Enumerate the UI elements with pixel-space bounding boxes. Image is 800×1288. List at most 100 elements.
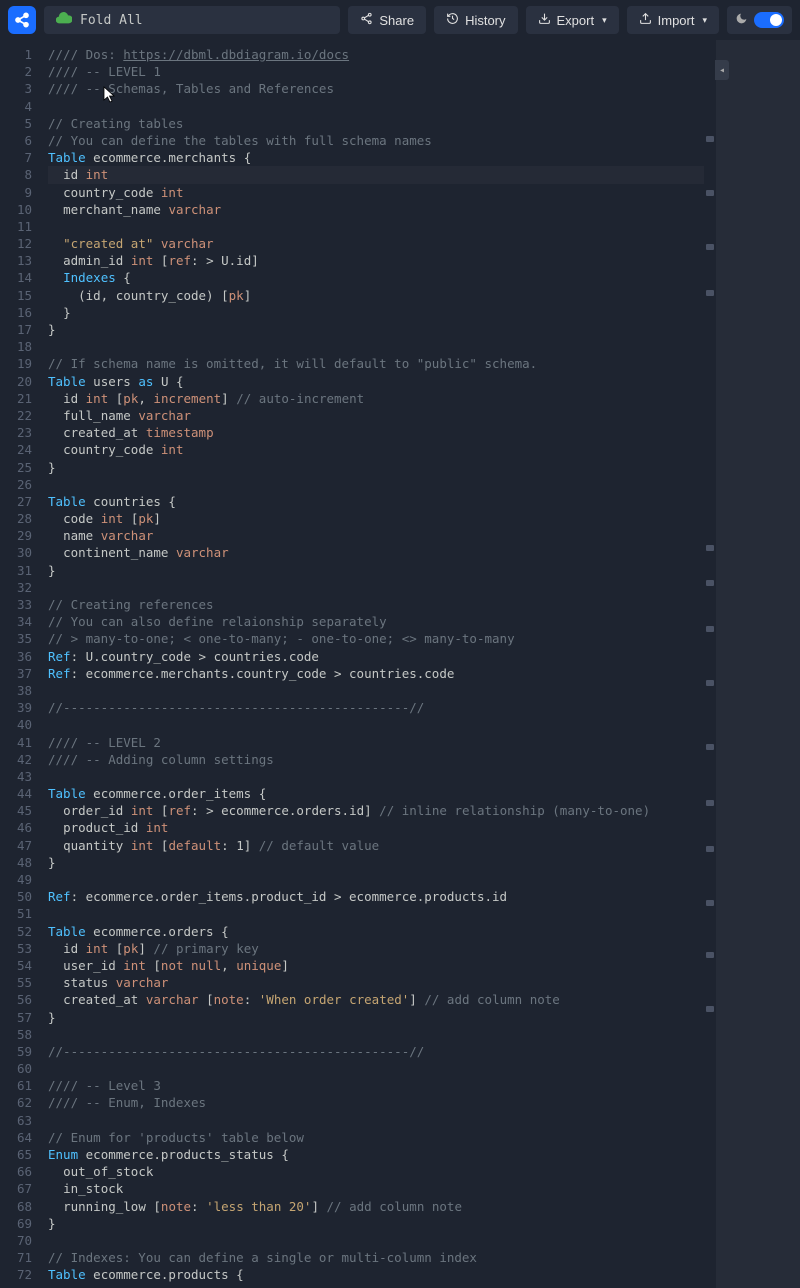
code-line[interactable]: merchant_name varchar bbox=[48, 201, 704, 218]
code-line[interactable]: } bbox=[48, 562, 704, 579]
line-number: 35 bbox=[0, 630, 48, 647]
line-number: 71 bbox=[0, 1249, 48, 1266]
line-number: 26 bbox=[0, 476, 48, 493]
code-line[interactable]: continent_name varchar bbox=[48, 544, 704, 561]
import-button[interactable]: Import ▾ bbox=[627, 6, 719, 34]
code-line[interactable]: Enum ecommerce.products_status { bbox=[48, 1146, 704, 1163]
code-line[interactable] bbox=[48, 905, 704, 922]
code-content[interactable]: //// Dos: https://dbml.dbdiagram.io/docs… bbox=[48, 40, 704, 1288]
code-line[interactable] bbox=[48, 768, 704, 785]
minimap-mark bbox=[706, 190, 714, 196]
line-number: 64 bbox=[0, 1129, 48, 1146]
code-line[interactable]: } bbox=[48, 459, 704, 476]
code-editor[interactable]: 1234567891011121314151617181920212223242… bbox=[0, 40, 716, 1288]
line-number: 30 bbox=[0, 544, 48, 561]
code-line[interactable] bbox=[48, 579, 704, 596]
code-line[interactable] bbox=[48, 716, 704, 733]
code-line[interactable]: } bbox=[48, 304, 704, 321]
code-line[interactable] bbox=[48, 682, 704, 699]
code-line[interactable]: code int [pk] bbox=[48, 510, 704, 527]
code-line[interactable]: } bbox=[48, 321, 704, 338]
code-line[interactable]: //// -- LEVEL 2 bbox=[48, 734, 704, 751]
code-line[interactable]: created_at timestamp bbox=[48, 424, 704, 441]
code-line[interactable]: Table ecommerce.merchants { bbox=[48, 149, 704, 166]
panel-collapse-button[interactable]: ◂ bbox=[715, 60, 729, 80]
minimap-mark bbox=[706, 626, 714, 632]
code-line[interactable] bbox=[48, 1060, 704, 1077]
code-line[interactable]: Table ecommerce.order_items { bbox=[48, 785, 704, 802]
dark-mode-switch[interactable] bbox=[754, 12, 784, 28]
code-line[interactable]: // > many-to-one; < one-to-many; - one-t… bbox=[48, 630, 704, 647]
code-line[interactable] bbox=[48, 1112, 704, 1129]
minimap-mark bbox=[706, 136, 714, 142]
code-line[interactable]: // Creating references bbox=[48, 596, 704, 613]
code-line[interactable]: Table ecommerce.orders { bbox=[48, 923, 704, 940]
line-number: 3 bbox=[0, 80, 48, 97]
line-number: 23 bbox=[0, 424, 48, 441]
minimap-mark bbox=[706, 900, 714, 906]
code-line[interactable] bbox=[48, 1232, 704, 1249]
code-line[interactable]: id int [pk] // primary key bbox=[48, 940, 704, 957]
code-line[interactable]: order_id int [ref: > ecommerce.orders.id… bbox=[48, 802, 704, 819]
code-line[interactable]: running_low [note: 'less than 20'] // ad… bbox=[48, 1198, 704, 1215]
code-line[interactable] bbox=[48, 476, 704, 493]
code-line[interactable]: // You can also define relaionship separ… bbox=[48, 613, 704, 630]
app-logo[interactable] bbox=[8, 6, 36, 34]
code-line[interactable]: (id, country_code) [pk] bbox=[48, 287, 704, 304]
code-line[interactable] bbox=[48, 871, 704, 888]
code-line[interactable]: full_name varchar bbox=[48, 407, 704, 424]
history-button[interactable]: History bbox=[434, 6, 517, 34]
code-line[interactable]: // If schema name is omitted, it will de… bbox=[48, 355, 704, 372]
code-line[interactable]: created_at varchar [note: 'When order cr… bbox=[48, 991, 704, 1008]
code-line[interactable]: //// Dos: https://dbml.dbdiagram.io/docs bbox=[48, 46, 704, 63]
code-line[interactable] bbox=[48, 338, 704, 355]
export-button[interactable]: Export ▾ bbox=[526, 6, 619, 34]
code-line[interactable]: //// -- LEVEL 1 bbox=[48, 63, 704, 80]
code-line[interactable]: // Creating tables bbox=[48, 115, 704, 132]
code-line[interactable] bbox=[48, 218, 704, 235]
code-line[interactable]: // Indexes: You can define a single or m… bbox=[48, 1249, 704, 1266]
line-number: 43 bbox=[0, 768, 48, 785]
diagram-panel[interactable]: ◂ bbox=[716, 40, 800, 1288]
code-line[interactable]: Ref: ecommerce.order_items.product_id > … bbox=[48, 888, 704, 905]
code-line[interactable]: Ref: U.country_code > countries.code bbox=[48, 648, 704, 665]
save-button[interactable]: Fold All bbox=[44, 6, 340, 34]
minimap-mark bbox=[706, 846, 714, 852]
code-line[interactable]: out_of_stock bbox=[48, 1163, 704, 1180]
code-line[interactable] bbox=[48, 1026, 704, 1043]
code-line[interactable]: country_code int bbox=[48, 441, 704, 458]
minimap[interactable] bbox=[704, 40, 716, 1288]
code-line[interactable]: //// -- Schemas, Tables and References bbox=[48, 80, 704, 97]
code-line[interactable]: Table users as U { bbox=[48, 373, 704, 390]
share-button[interactable]: Share bbox=[348, 6, 426, 34]
code-line[interactable]: Ref: ecommerce.merchants.country_code > … bbox=[48, 665, 704, 682]
line-number: 1 bbox=[0, 46, 48, 63]
code-line[interactable]: Table countries { bbox=[48, 493, 704, 510]
code-line[interactable]: product_id int bbox=[48, 819, 704, 836]
code-line[interactable]: //// -- Adding column settings bbox=[48, 751, 704, 768]
code-line[interactable]: } bbox=[48, 854, 704, 871]
code-line[interactable]: Table ecommerce.products { bbox=[48, 1266, 704, 1283]
code-line[interactable]: admin_id int [ref: > U.id] bbox=[48, 252, 704, 269]
code-line[interactable]: } bbox=[48, 1215, 704, 1232]
code-line[interactable]: //--------------------------------------… bbox=[48, 1043, 704, 1060]
code-line[interactable]: //// -- Level 3 bbox=[48, 1077, 704, 1094]
code-line[interactable]: //--------------------------------------… bbox=[48, 699, 704, 716]
line-number: 13 bbox=[0, 252, 48, 269]
code-line[interactable]: country_code int bbox=[48, 184, 704, 201]
code-line[interactable]: quantity int [default: 1] // default val… bbox=[48, 837, 704, 854]
code-line[interactable]: name varchar bbox=[48, 527, 704, 544]
code-line[interactable]: user_id int [not null, unique] bbox=[48, 957, 704, 974]
code-line[interactable]: "created at" varchar bbox=[48, 235, 704, 252]
code-line[interactable]: id int bbox=[48, 166, 704, 183]
code-line[interactable]: in_stock bbox=[48, 1180, 704, 1197]
code-line[interactable]: // You can define the tables with full s… bbox=[48, 132, 704, 149]
code-line[interactable]: } bbox=[48, 1009, 704, 1026]
code-line[interactable]: id int [pk, increment] // auto-increment bbox=[48, 390, 704, 407]
code-line[interactable]: //// -- Enum, Indexes bbox=[48, 1094, 704, 1111]
code-line[interactable]: // Enum for 'products' table below bbox=[48, 1129, 704, 1146]
code-line[interactable]: status varchar bbox=[48, 974, 704, 991]
code-line[interactable]: Indexes { bbox=[48, 269, 704, 286]
line-number: 17 bbox=[0, 321, 48, 338]
code-line[interactable] bbox=[48, 98, 704, 115]
